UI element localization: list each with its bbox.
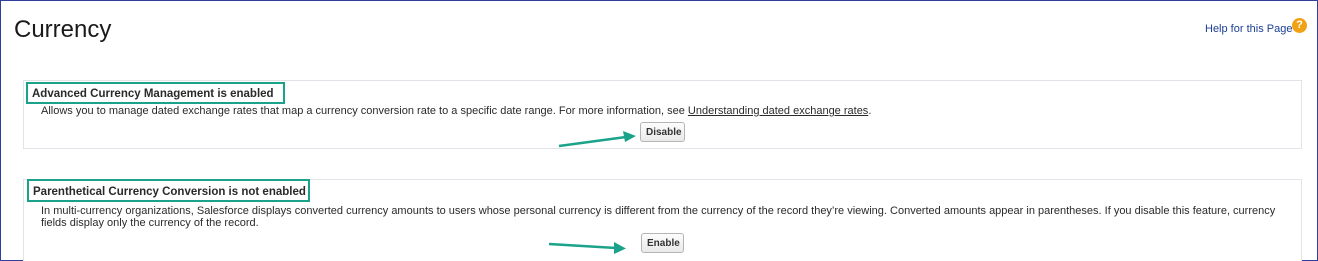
annotation-arrow [558,131,636,148]
section-description: In multi-currency organizations, Salesfo… [41,205,1276,229]
section-heading: Advanced Currency Management is enabled [32,88,274,100]
enable-button[interactable]: Enable [641,233,684,253]
section-heading: Parenthetical Currency Conversion is not… [33,186,306,198]
page-title: Currency [14,16,112,43]
description-text: Allows you to manage dated exchange rate… [41,105,688,117]
section-description: Allows you to manage dated exchange rate… [41,105,871,117]
help-for-this-page-link[interactable]: Help for this Page [1205,23,1292,35]
help-question-icon[interactable]: ? [1292,18,1307,33]
description-tail: . [868,105,872,117]
understanding-dated-exchange-rates-link[interactable]: Understanding dated exchange rates [688,105,868,117]
disable-button[interactable]: Disable [640,122,685,142]
annotation-arrow [548,242,626,254]
